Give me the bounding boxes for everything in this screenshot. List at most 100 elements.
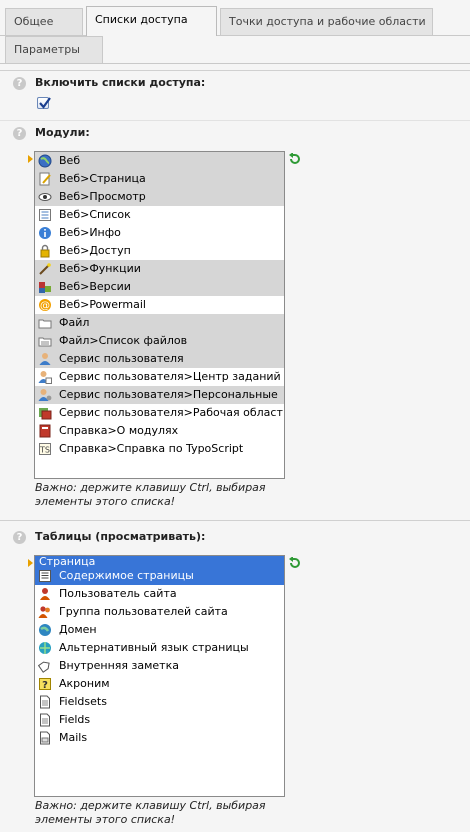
frontend-user-icon [38,587,52,601]
list-item[interactable]: Сервис пользователя>Рабочая област [35,404,284,422]
list-item-label: Акроним [59,677,110,690]
list-item[interactable]: Веб>Страница [35,170,284,188]
list-item[interactable]: Пользователь сайта [35,585,284,603]
list-item-label: Содержимое страницы [59,569,194,582]
list-item-label: Веб>Доступ [59,244,131,257]
list-item[interactable]: Веб>Список [35,206,284,224]
user-icon [38,352,52,366]
list-item-label: Сервис пользователя [59,352,184,365]
undo-icon[interactable] [288,153,302,165]
undo-icon[interactable] [288,557,302,569]
tab-options[interactable]: Параметры [5,36,103,63]
tab-general[interactable]: Общее [5,8,83,35]
list-item[interactable]: ? Акроним [35,675,284,693]
required-marker-icon [28,155,33,163]
mail-doc-icon [38,731,52,745]
list-item[interactable]: Fields [35,711,284,729]
tab-mounts-workspaces[interactable]: Точки доступа и рабочие области [220,8,433,35]
list-item-label: Сервис пользователя>Центр заданий [59,370,281,383]
list-item-label: Fieldsets [59,695,107,708]
page-edit-icon [38,172,52,186]
eye-icon [38,190,52,204]
globe-icon [38,154,52,168]
section-divider [0,520,470,521]
list-item-label: Веб>Просмотр [59,190,146,203]
list-item[interactable]: Веб [35,152,284,170]
help-icon[interactable]: ? [13,77,26,90]
list-item[interactable]: Mails [35,729,284,747]
list-item-label: Альтернативный язык страницы [59,641,249,654]
list-item[interactable]: Альтернативный язык страницы [35,639,284,657]
versions-icon [38,280,52,294]
list-item[interactable]: Файл [35,314,284,332]
acronym-icon: ? [38,677,52,691]
list-item[interactable]: Домен [35,621,284,639]
tables-hint: Важно: держите клавишу Ctrl, выбирая эле… [35,799,266,826]
required-marker-icon [28,559,33,567]
help-icon[interactable]: ? [13,531,26,544]
list-item-label: Файл>Список файлов [59,334,188,347]
book-icon [38,424,52,438]
list-item[interactable]: Веб>Функции [35,260,284,278]
list-item-label: Веб>Список [59,208,131,221]
list-item[interactable]: Сервис пользователя>Персональные [35,386,284,404]
list-item[interactable]: Группа пользователей сайта [35,603,284,621]
list-icon [38,208,52,222]
wand-icon [38,262,52,276]
list-item-label: Пользователь сайта [59,587,177,600]
tag-icon [37,659,52,673]
list-item[interactable]: Веб>Просмотр [35,188,284,206]
list-item[interactable]: Содержимое страницы [35,567,284,585]
list-item[interactable]: Файл>Список файлов [35,332,284,350]
folder-icon [38,316,52,330]
info-icon [38,226,52,240]
svg-text:@: @ [40,301,50,312]
enable-access-lists-checkbox[interactable] [37,97,51,109]
svg-text:TS: TS [39,446,50,455]
document-icon [38,713,52,727]
list-item[interactable]: Справка>О модулях [35,422,284,440]
domain-icon [38,623,52,637]
list-item-label: Сервис пользователя>Персональные [59,388,278,401]
user-settings-icon [38,388,52,402]
folder-list-icon [38,334,52,348]
lock-icon [38,244,52,258]
modules-hint: Важно: держите клавишу Ctrl, выбирая эле… [35,481,266,508]
svg-text:?: ? [42,680,48,691]
modules-listbox[interactable]: Веб Веб>Страница Веб>Просмотр Веб>Список Веб… [34,151,285,479]
modules-title: Модули: [35,126,90,139]
enable-access-lists-label: Включить списки доступа: [35,76,206,89]
list-item-label: Файл [59,316,90,329]
list-item[interactable]: @ Веб>Powermail [35,296,284,314]
tab-bar: Общее Списки доступа Точки доступа и раб… [0,0,470,64]
list-item-label: Веб>Версии [59,280,131,293]
list-item-label: Группа пользователей сайта [59,605,228,618]
list-item[interactable]: Веб>Инфо [35,224,284,242]
list-item-label: Веб>Страница [59,172,146,185]
list-item[interactable]: Страница [35,556,284,567]
user-tasks-icon [38,370,52,384]
tables-title: Таблицы (просматривать): [35,530,206,543]
list-item[interactable]: Fieldsets [35,693,284,711]
section-divider [0,70,470,71]
at-sign-icon: @ [38,298,52,312]
list-item-label: Домен [59,623,97,636]
list-item[interactable]: Сервис пользователя [35,350,284,368]
document-icon [38,695,52,709]
help-icon[interactable]: ? [13,127,26,140]
list-item[interactable]: Веб>Доступ [35,242,284,260]
list-item[interactable]: Внутренняя заметка [35,657,284,675]
list-item-label: Веб>Инфо [59,226,121,239]
list-item-label: Справка>О модулях [59,424,179,437]
list-item-label: Веб>Функции [59,262,141,275]
tab-access-lists[interactable]: Списки доступа [86,6,217,36]
list-item[interactable]: TS Справка>Справка по TypoScript [35,440,284,458]
workspace-icon [38,406,52,420]
tables-listbox[interactable]: Страница Содержимое страницы Пользователь … [34,555,285,797]
list-item[interactable]: Веб>Версии [35,278,284,296]
typoscript-icon: TS [38,442,52,456]
language-icon [38,641,52,655]
list-item[interactable]: Сервис пользователя>Центр заданий [35,368,284,386]
frontend-group-icon [38,605,52,619]
section-divider [0,120,470,121]
